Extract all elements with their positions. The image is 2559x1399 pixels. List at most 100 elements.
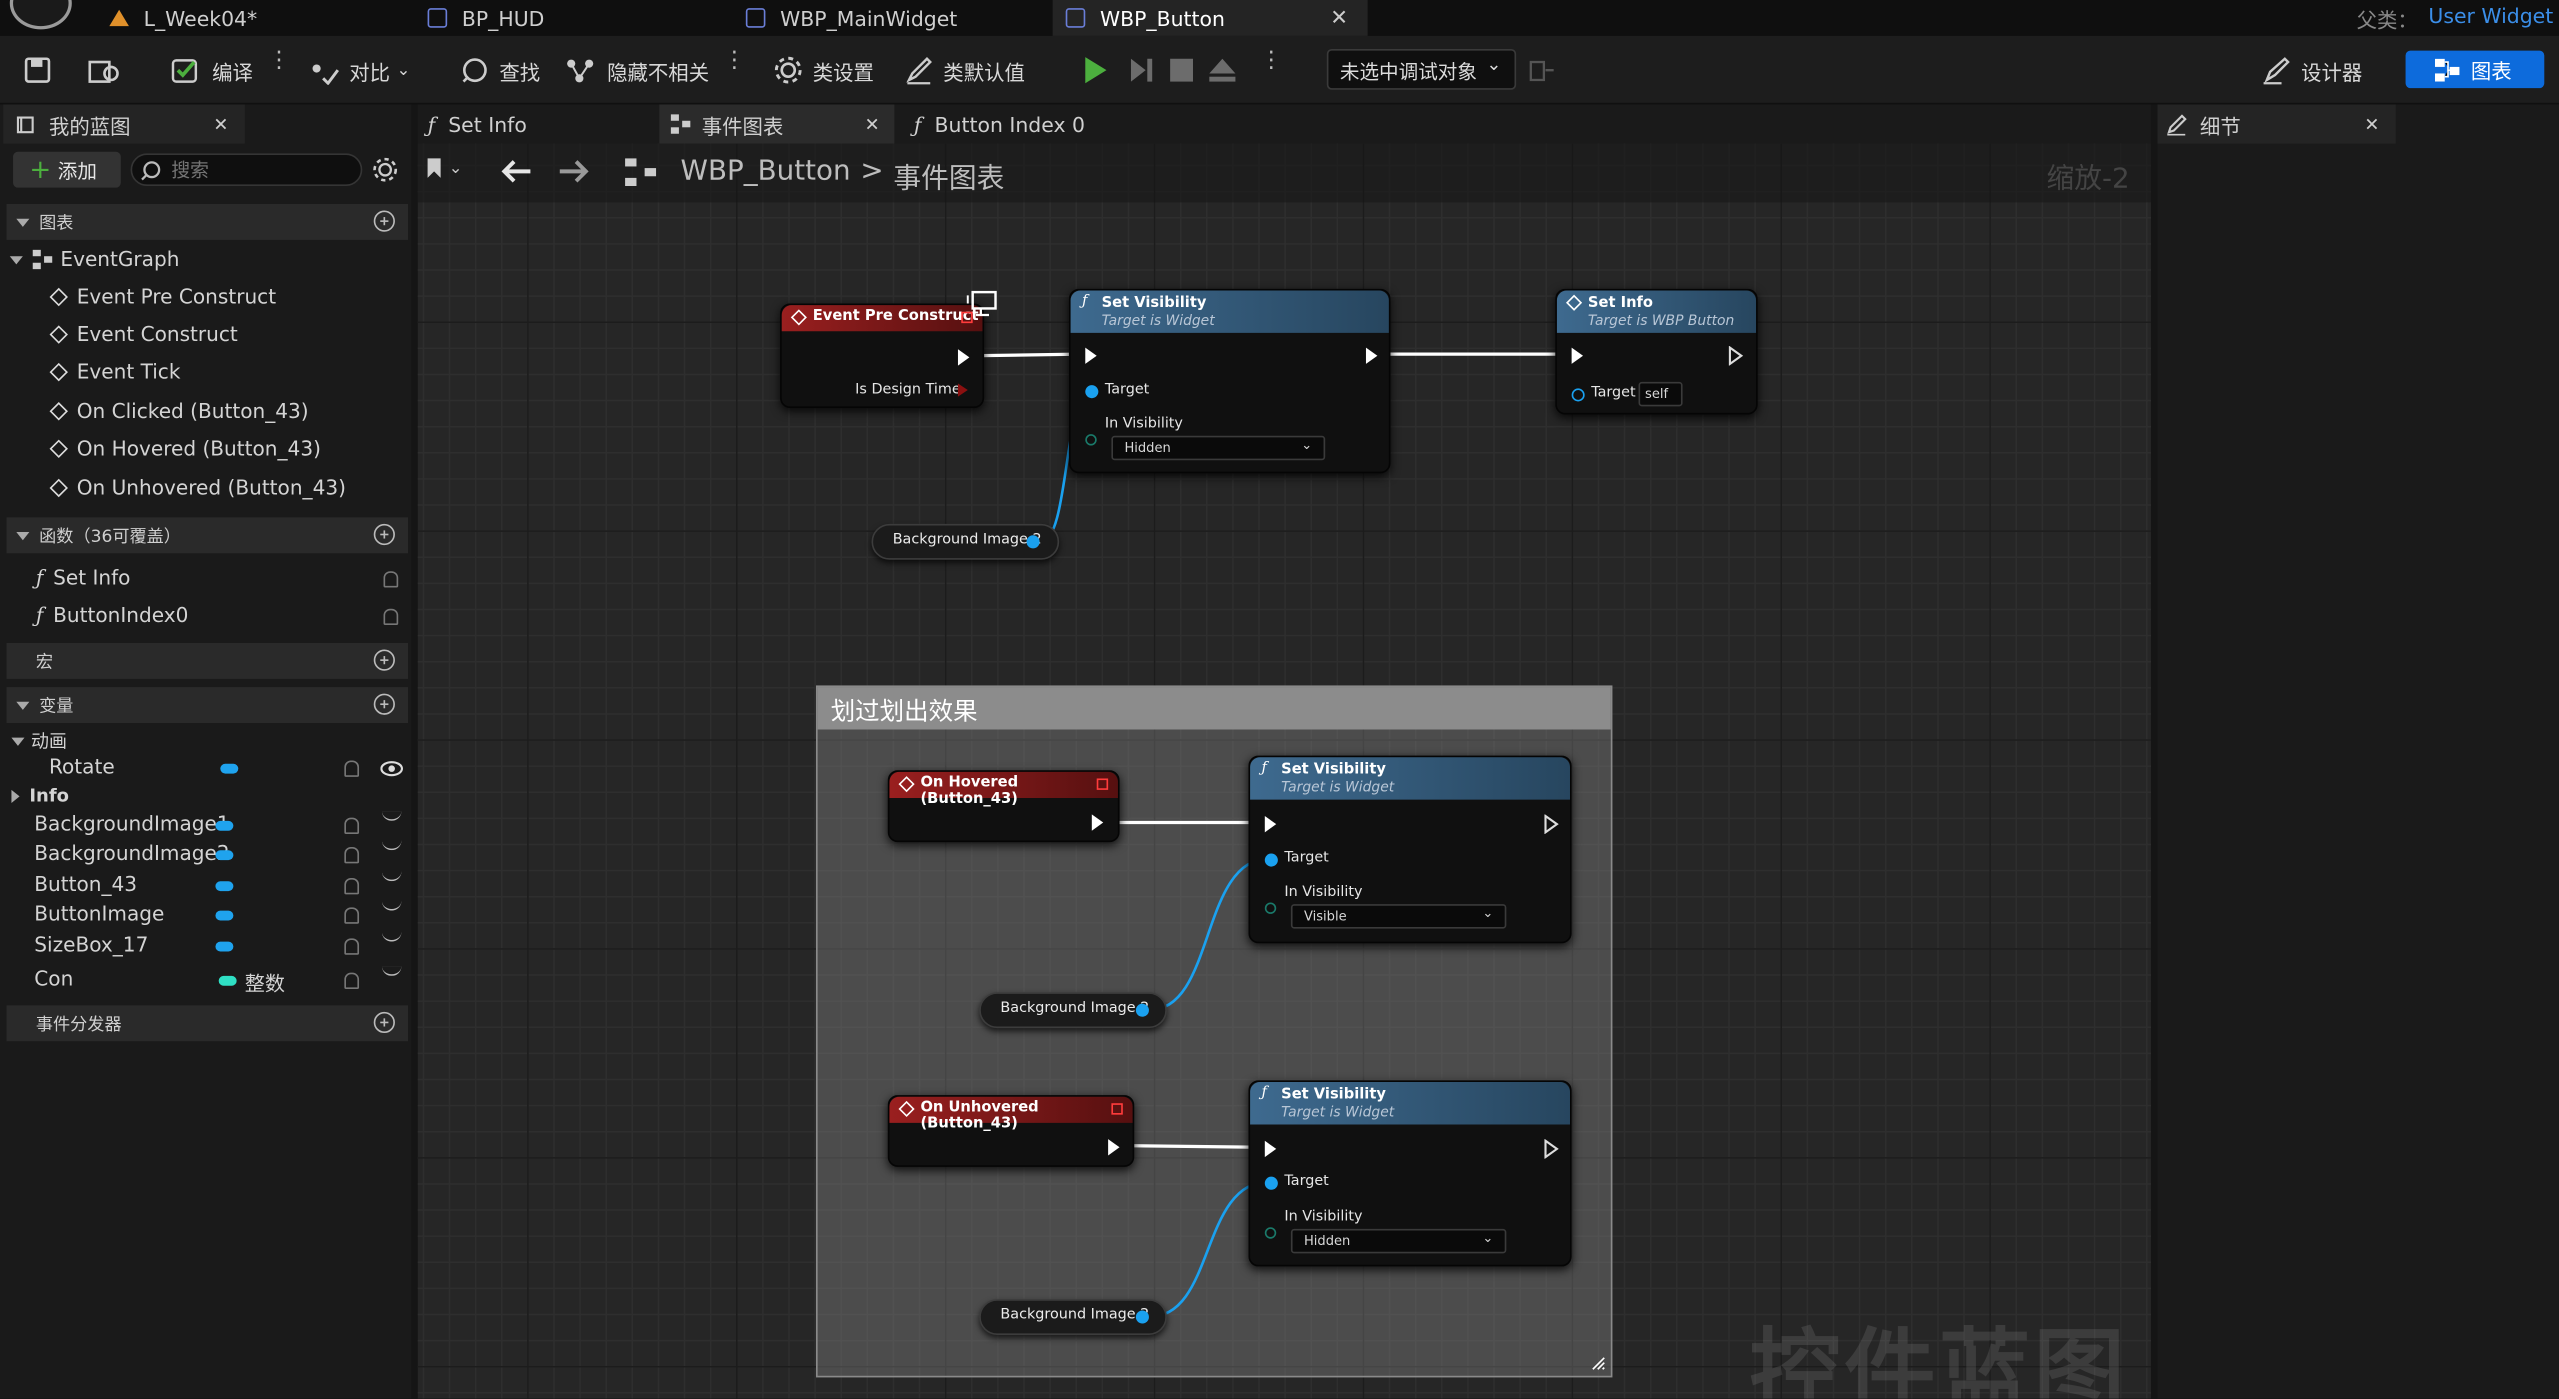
target-pin[interactable] <box>1571 388 1585 402</box>
event-pre-construct-node[interactable]: Event Pre Construct Is Design Time <box>780 303 985 408</box>
set-info-node[interactable]: Set Info Target is WBP Button Target sel… <box>1555 288 1758 415</box>
back-arrow-icon[interactable] <box>499 158 532 184</box>
section-event-dispatchers[interactable]: 事件分发器 <box>6 1005 408 1042</box>
close-icon[interactable]: ✕ <box>213 113 228 134</box>
eject-icon[interactable] <box>1208 55 1237 84</box>
visibility-pin[interactable] <box>1085 434 1097 446</box>
diff-button[interactable]: 对比 ⌄ <box>310 52 410 88</box>
event-item[interactable]: Event Tick <box>49 361 180 384</box>
variable-item[interactable]: ButtonImage <box>34 902 164 925</box>
add-dispatcher-icon[interactable] <box>373 1011 395 1034</box>
self-field[interactable]: self <box>1638 381 1683 407</box>
variable-item[interactable]: Button_43 <box>34 873 137 896</box>
close-icon[interactable]: ✕ <box>2364 113 2379 134</box>
set-visibility-node[interactable]: ƒ Set Visibility Target is Widget Target… <box>1068 288 1391 474</box>
compile-options-icon[interactable]: ⋮ <box>268 49 291 84</box>
visibility-dropdown[interactable]: Hidden ⌄ <box>1290 1228 1507 1254</box>
tab-button-index-0[interactable]: ƒ Button Index 0 <box>914 104 1085 143</box>
variable-item[interactable]: BackgroundImage1 <box>34 813 229 836</box>
exec-in-pin[interactable] <box>1264 1140 1277 1158</box>
step-icon[interactable] <box>1126 55 1155 84</box>
add-macro-icon[interactable] <box>373 649 395 671</box>
search-field[interactable] <box>130 153 363 187</box>
set-visibility-node[interactable]: ƒ Set Visibility Target is Widget Target… <box>1248 1080 1572 1267</box>
eye-hidden-icon[interactable] <box>381 901 402 911</box>
function-item[interactable]: ƒ Set Info <box>36 566 131 589</box>
set-visibility-node[interactable]: ƒ Set Visibility Target is Widget Target… <box>1248 755 1572 944</box>
tab-bp-hud[interactable]: BP_HUD <box>427 0 730 36</box>
function-item[interactable]: ƒ ButtonIndex0 <box>36 604 188 627</box>
comment-title[interactable]: 划过划出效果 <box>817 687 1611 730</box>
debug-filter-icon[interactable] <box>1529 57 1555 83</box>
target-pin[interactable] <box>1264 853 1278 867</box>
exec-out-pin[interactable] <box>1365 347 1378 364</box>
unreal-logo-icon[interactable] <box>9 0 72 30</box>
section-graphs[interactable]: 图表 <box>6 204 408 240</box>
bell-icon[interactable] <box>383 571 399 588</box>
background-image-getter[interactable]: Background Image 2 <box>871 523 1060 560</box>
add-graph-icon[interactable] <box>373 210 395 232</box>
debug-object-select[interactable]: 未选中调试对象 ⌄ <box>1326 48 1517 90</box>
exec-out-pin[interactable] <box>1091 814 1104 831</box>
bell-icon[interactable] <box>344 817 360 834</box>
event-item[interactable]: On Clicked (Button_43) <box>49 400 309 423</box>
section-functions[interactable]: 函数（36可覆盖） <box>6 517 408 554</box>
tab-wbp-mainwidget[interactable]: WBP_MainWidget <box>745 0 1048 36</box>
event-item[interactable]: On Hovered (Button_43) <box>49 437 321 460</box>
variable-item[interactable]: BackgroundImage2 <box>34 842 229 865</box>
bookmark-button[interactable]: ⌄ <box>426 158 462 178</box>
play-icon[interactable] <box>1080 55 1109 84</box>
bell-icon[interactable] <box>344 938 360 955</box>
class-settings-button[interactable]: 类设置 <box>774 52 874 88</box>
close-tab-icon[interactable]: ✕ <box>1330 6 1348 30</box>
exec-in-pin[interactable] <box>1085 347 1097 364</box>
event-item[interactable]: Event Construct <box>49 323 238 346</box>
target-pin[interactable] <box>1264 1176 1278 1190</box>
browse-content-icon[interactable] <box>88 55 121 84</box>
eye-visible-icon[interactable] <box>380 761 404 777</box>
variable-con[interactable]: Con <box>34 968 73 991</box>
eye-hidden-icon[interactable] <box>381 966 402 976</box>
visibility-dropdown[interactable]: Hidden ⌄ <box>1111 435 1326 461</box>
event-item[interactable]: Event Pre Construct <box>49 286 276 308</box>
exec-out-hollow-icon[interactable] <box>1544 814 1560 834</box>
bell-icon[interactable] <box>344 760 360 777</box>
bell-icon[interactable] <box>344 972 360 989</box>
resize-grip-icon[interactable] <box>1591 1356 1606 1371</box>
tab-wbp-button[interactable]: WBP_Button ✕ <box>1052 0 1368 36</box>
designer-mode-button[interactable]: 设计器 <box>2262 52 2362 88</box>
visibility-pin[interactable] <box>1264 1227 1277 1239</box>
exec-out-hollow-icon[interactable] <box>1544 1139 1560 1159</box>
delegate-pin[interactable] <box>1111 1103 1123 1115</box>
class-defaults-button[interactable]: 类默认值 <box>904 52 1025 88</box>
tree-event-graph[interactable]: EventGraph <box>9 248 179 271</box>
variable-type-label[interactable]: 整数 <box>245 968 285 997</box>
variable-rotate[interactable]: Rotate <box>49 756 115 779</box>
visibility-pin[interactable] <box>1264 902 1277 914</box>
hide-unrelated-button[interactable]: 隐藏不相关 <box>565 52 709 88</box>
add-button[interactable]: + 添加 <box>13 151 121 188</box>
section-macros[interactable]: 宏 <box>6 643 408 679</box>
event-item[interactable]: On Unhovered (Button_43) <box>49 477 346 499</box>
bell-icon[interactable] <box>344 907 360 924</box>
var-category-info[interactable]: Info <box>11 785 69 806</box>
tab-event-graph[interactable]: 事件图表 ✕ <box>659 104 895 144</box>
background-image-getter[interactable]: Background Image 2 <box>979 992 1167 1029</box>
section-variables[interactable]: 变量 <box>6 687 408 723</box>
output-pin[interactable] <box>1026 535 1040 549</box>
exec-in-pin[interactable] <box>1264 816 1277 833</box>
save-icon[interactable] <box>23 55 52 84</box>
visibility-dropdown[interactable]: Visible ⌄ <box>1290 904 1507 929</box>
bell-icon[interactable] <box>344 847 360 864</box>
output-pin[interactable] <box>1135 1310 1149 1324</box>
compile-button[interactable]: 编译 <box>170 52 253 88</box>
bell-icon[interactable] <box>344 878 360 895</box>
search-input[interactable] <box>171 158 351 182</box>
my-blueprint-tab[interactable]: 我的蓝图 ✕ <box>3 104 245 144</box>
exec-out-pin[interactable] <box>1108 1139 1120 1156</box>
variable-item[interactable]: SizeBox_17 <box>34 934 148 957</box>
on-hovered-event-node[interactable]: On Hovered (Button_43) <box>887 770 1120 843</box>
eye-hidden-icon[interactable] <box>381 811 402 821</box>
more-options-icon[interactable]: ⋮ <box>723 49 746 84</box>
close-icon[interactable]: ✕ <box>865 113 880 134</box>
